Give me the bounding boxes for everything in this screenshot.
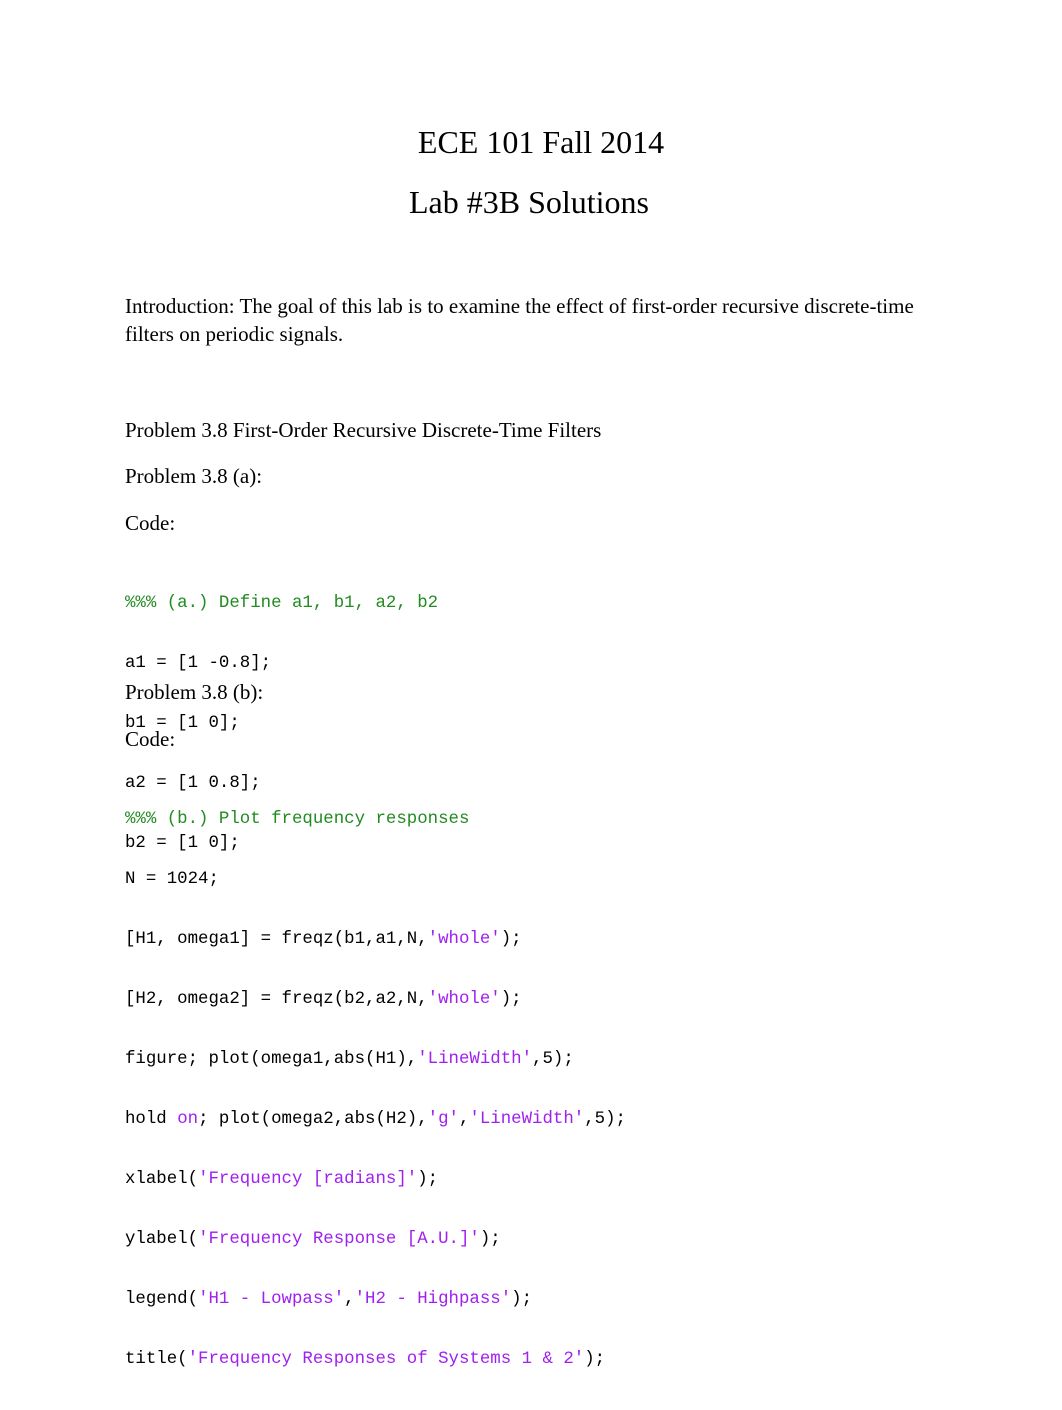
code-text: ); bbox=[511, 1290, 533, 1309]
code-line: hold on; plot(omega2,abs(H2),'g','LineWi… bbox=[125, 1110, 626, 1130]
code-text: , bbox=[344, 1290, 355, 1309]
code-text: hold bbox=[125, 1110, 178, 1129]
part-b-heading: Problem 3.8 (b): bbox=[125, 680, 264, 704]
code-text: ); bbox=[500, 990, 522, 1009]
introduction-paragraph: Introduction: The goal of this lab is to… bbox=[125, 294, 914, 346]
document-page: ECE 101 Fall 2014 Lab #3B Solutions Intr… bbox=[0, 0, 1062, 1377]
code-string: 'whole' bbox=[427, 990, 501, 1009]
code-text: xlabel( bbox=[125, 1170, 199, 1189]
code-text: ylabel( bbox=[125, 1230, 199, 1249]
code-string: 'H2 - Highpass' bbox=[354, 1290, 512, 1309]
code-text: legend( bbox=[125, 1290, 199, 1309]
part-b-code-block: %%% (b.) Plot frequency responses N = 10… bbox=[125, 770, 626, 1410]
document-title: ECE 101 Fall 2014 bbox=[417, 124, 665, 160]
code-line: figure; plot(omega1,abs(H1),'LineWidth',… bbox=[125, 1050, 626, 1070]
code-text: ,5); bbox=[532, 1050, 574, 1069]
code-comment: %%% (a.) Define a1, b1, a2, b2 bbox=[125, 594, 439, 613]
code-comment: %%% (b.) Plot frequency responses bbox=[125, 810, 470, 829]
part-a-heading: Problem 3.8 (a): bbox=[125, 464, 263, 488]
code-text: [H1, omega1] = freqz(b1,a1,N, bbox=[125, 930, 428, 949]
code-string: 'whole' bbox=[427, 930, 501, 949]
code-string: 'Frequency Responses of Systems 1 & 2' bbox=[187, 1350, 585, 1369]
code-text: ); bbox=[479, 1230, 501, 1249]
code-line: [H2, omega2] = freqz(b2,a2,N,'whole'); bbox=[125, 990, 626, 1010]
code-string: 'g' bbox=[427, 1110, 459, 1129]
code-string: 'Frequency [radians]' bbox=[198, 1170, 418, 1189]
code-line: legend('H1 - Lowpass','H2 - Highpass'); bbox=[125, 1290, 626, 1310]
code-text: figure; plot(omega1,abs(H1), bbox=[125, 1050, 418, 1069]
code-text: ; plot(omega2,abs(H2), bbox=[198, 1110, 428, 1129]
code-text: [H2, omega2] = freqz(b2,a2,N, bbox=[125, 990, 428, 1009]
code-text: ); bbox=[500, 930, 522, 949]
code-line: N = 1024; bbox=[125, 870, 219, 889]
code-string: 'LineWidth' bbox=[417, 1050, 533, 1069]
code-line: [H1, omega1] = freqz(b1,a1,N,'whole'); bbox=[125, 930, 626, 950]
code-line: a1 = [1 -0.8]; bbox=[125, 654, 272, 673]
code-string: 'H1 - Lowpass' bbox=[198, 1290, 345, 1309]
section-heading: Problem 3.8 First-Order Recursive Discre… bbox=[125, 418, 602, 442]
code-keyword: on bbox=[177, 1110, 199, 1129]
code-text: ,5); bbox=[584, 1110, 626, 1129]
code-line: xlabel('Frequency [radians]'); bbox=[125, 1170, 626, 1190]
code-text: ); bbox=[417, 1170, 439, 1189]
code-text: ); bbox=[584, 1350, 606, 1369]
document-subtitle: Lab #3B Solutions bbox=[408, 184, 649, 220]
code-text: title( bbox=[125, 1350, 188, 1369]
code-string: 'Frequency Response [A.U.]' bbox=[198, 1230, 480, 1249]
part-a-code-label: Code: bbox=[125, 511, 176, 535]
part-b-code-label: Code: bbox=[125, 727, 176, 751]
code-line: title('Frequency Responses of Systems 1 … bbox=[125, 1350, 626, 1370]
code-string: 'LineWidth' bbox=[469, 1110, 585, 1129]
code-text: , bbox=[458, 1110, 470, 1129]
code-line: ylabel('Frequency Response [A.U.]'); bbox=[125, 1230, 626, 1250]
